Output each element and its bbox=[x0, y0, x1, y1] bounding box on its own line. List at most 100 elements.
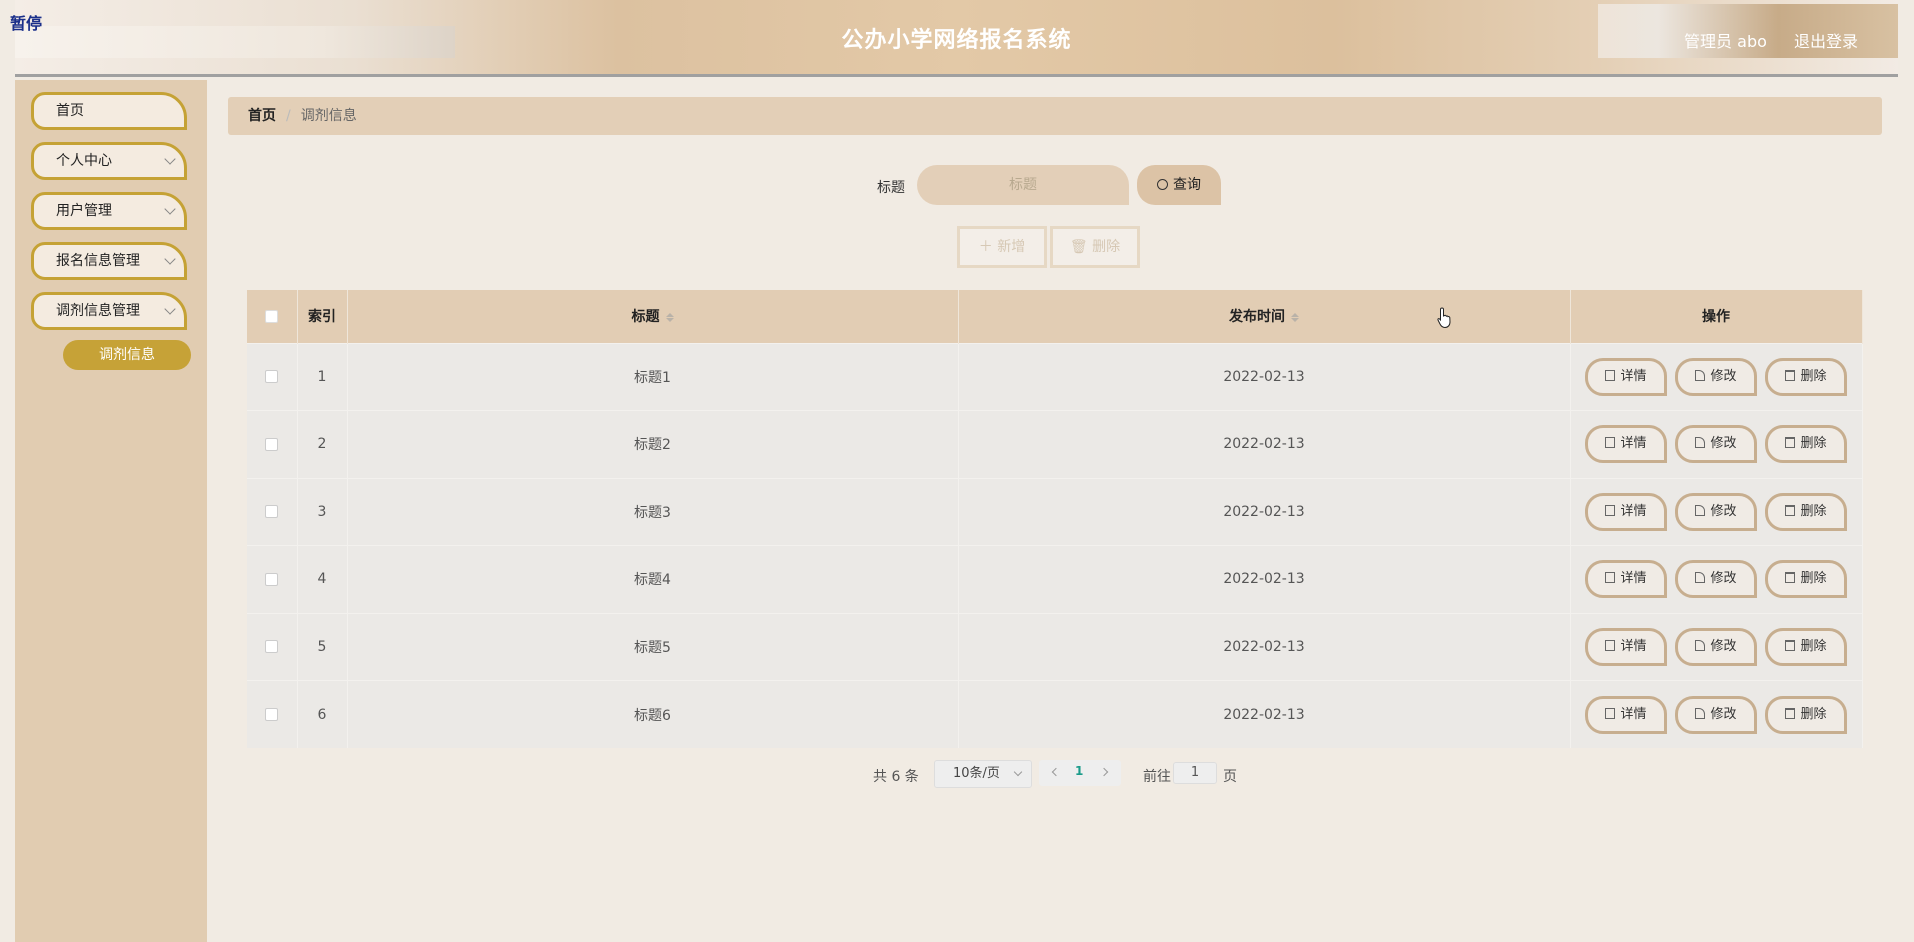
detail-button[interactable]: 详情 bbox=[1585, 695, 1667, 734]
delete-button[interactable]: 删除 bbox=[1765, 560, 1847, 599]
batch-delete-label: 删除 bbox=[1092, 239, 1121, 255]
admin-user-label: 管理员 abo bbox=[1684, 32, 1767, 51]
row-index: 1 bbox=[297, 342, 348, 411]
row-title: 标题2 bbox=[347, 410, 959, 478]
delete-label: 删除 bbox=[1800, 638, 1827, 654]
sidebar-item-label: 报名信息管理 bbox=[56, 253, 140, 269]
column-header-title[interactable]: 标题 bbox=[347, 290, 959, 343]
delete-button[interactable]: 删除 bbox=[1765, 357, 1847, 396]
delete-button[interactable]: 删除 bbox=[1765, 425, 1847, 464]
detail-label: 详情 bbox=[1620, 638, 1647, 654]
row-checkbox[interactable] bbox=[265, 572, 279, 586]
detail-button[interactable]: 详情 bbox=[1585, 560, 1667, 599]
detail-button[interactable]: 详情 bbox=[1585, 627, 1667, 666]
sort-icon[interactable] bbox=[665, 312, 674, 323]
chevron-down-icon bbox=[164, 303, 176, 315]
edit-button[interactable]: 修改 bbox=[1675, 492, 1757, 531]
document-icon bbox=[1605, 369, 1616, 381]
search-button-label: 查询 bbox=[1173, 177, 1201, 193]
select-all-cell bbox=[247, 290, 298, 343]
edit-label: 修改 bbox=[1710, 571, 1737, 587]
logout-link[interactable]: 退出登录 bbox=[1794, 32, 1858, 51]
page-size-select[interactable]: 10条/页 bbox=[934, 760, 1032, 788]
edit-button[interactable]: 修改 bbox=[1675, 357, 1757, 396]
row-index: 5 bbox=[297, 612, 348, 681]
row-checkbox[interactable] bbox=[265, 640, 279, 654]
trash-icon bbox=[1785, 639, 1796, 651]
detail-label: 详情 bbox=[1620, 571, 1647, 587]
sidebar-item-label: 个人中心 bbox=[56, 153, 112, 169]
trash-icon bbox=[1785, 572, 1796, 584]
plus-icon: ＋ bbox=[978, 239, 993, 255]
chevron-right-icon[interactable] bbox=[1099, 767, 1109, 777]
pencil-icon bbox=[1695, 707, 1706, 719]
sort-icon[interactable] bbox=[1291, 312, 1299, 323]
detail-label: 详情 bbox=[1620, 368, 1647, 384]
delete-button[interactable]: 删除 bbox=[1765, 627, 1847, 666]
document-icon bbox=[1605, 572, 1616, 584]
table-row: 2 标题2 2022-02-13 详情 修改 删除 bbox=[247, 410, 1863, 478]
add-button[interactable]: ＋ 新增 bbox=[957, 226, 1047, 268]
search-icon bbox=[1157, 179, 1168, 190]
sidebar-item-adjustment-management[interactable]: 调剂信息管理 bbox=[31, 292, 187, 330]
sidebar-subitem-adjustment-info[interactable]: 调剂信息 bbox=[63, 340, 191, 370]
goto-page-input[interactable]: 1 bbox=[1173, 762, 1217, 784]
row-title: 标题4 bbox=[347, 545, 959, 613]
column-header-publish-time[interactable]: 发布时间 bbox=[958, 290, 1571, 343]
row-checkbox[interactable] bbox=[265, 437, 279, 451]
row-ops: 详情 修改 删除 bbox=[1570, 680, 1863, 748]
search-input[interactable] bbox=[917, 165, 1129, 205]
row-select-cell bbox=[247, 342, 298, 411]
pencil-icon bbox=[1695, 437, 1706, 449]
delete-button[interactable]: 删除 bbox=[1765, 492, 1847, 531]
detail-button[interactable]: 详情 bbox=[1585, 357, 1667, 396]
row-checkbox[interactable] bbox=[265, 370, 279, 384]
row-index: 2 bbox=[297, 410, 348, 478]
trash-icon bbox=[1785, 707, 1796, 719]
sidebar-item-label: 首页 bbox=[56, 103, 84, 119]
trash-icon bbox=[1785, 369, 1796, 381]
search-button[interactable]: 查询 bbox=[1137, 165, 1221, 205]
table-row: 6 标题6 2022-02-13 详情 修改 删除 bbox=[247, 680, 1863, 748]
detail-label: 详情 bbox=[1620, 503, 1647, 519]
sidebar-item-home[interactable]: 首页 bbox=[31, 92, 187, 130]
sidebar-item-user-management[interactable]: 用户管理 bbox=[31, 192, 187, 230]
row-select-cell bbox=[247, 612, 298, 681]
row-checkbox[interactable] bbox=[265, 708, 279, 721]
column-header-index: 索引 bbox=[297, 290, 348, 343]
row-publish-time: 2022-02-13 bbox=[958, 477, 1571, 546]
delete-label: 删除 bbox=[1800, 503, 1827, 519]
select-all-checkbox[interactable] bbox=[265, 309, 279, 323]
batch-delete-button[interactable]: 🗑 删除 bbox=[1050, 226, 1140, 268]
row-checkbox[interactable] bbox=[265, 505, 279, 519]
system-title: 公办小学网络报名系统 bbox=[841, 28, 1072, 53]
sidebar-item-label: 用户管理 bbox=[56, 203, 112, 219]
sidebar-item-label: 调剂信息管理 bbox=[56, 303, 140, 319]
pencil-icon bbox=[1695, 504, 1706, 516]
delete-button[interactable]: 删除 bbox=[1765, 695, 1847, 734]
edit-button[interactable]: 修改 bbox=[1675, 425, 1757, 464]
row-select-cell bbox=[247, 410, 298, 478]
detail-button[interactable]: 详情 bbox=[1585, 492, 1667, 531]
chevron-down-icon bbox=[164, 253, 176, 265]
document-icon bbox=[1605, 504, 1616, 516]
trash-icon bbox=[1785, 437, 1796, 449]
edit-button[interactable]: 修改 bbox=[1675, 627, 1757, 666]
detail-button[interactable]: 详情 bbox=[1585, 425, 1667, 464]
row-select-cell bbox=[247, 477, 298, 546]
table-row: 1 标题1 2022-02-13 详情 修改 删除 bbox=[247, 342, 1863, 411]
table-row: 4 标题4 2022-02-13 详情 修改 删除 bbox=[247, 545, 1863, 613]
detail-label: 详情 bbox=[1620, 436, 1647, 452]
row-title: 标题1 bbox=[347, 342, 959, 411]
sidebar-item-registration-management[interactable]: 报名信息管理 bbox=[31, 242, 187, 280]
chevron-left-icon[interactable] bbox=[1051, 767, 1061, 777]
edit-button[interactable]: 修改 bbox=[1675, 560, 1757, 599]
breadcrumb-separator: / bbox=[286, 108, 291, 124]
pagination-total: 共 6 条 bbox=[873, 769, 919, 785]
edit-button[interactable]: 修改 bbox=[1675, 695, 1757, 734]
page-number-current[interactable]: 1 bbox=[1075, 764, 1083, 778]
breadcrumb-home[interactable]: 首页 bbox=[248, 108, 276, 124]
sidebar: 首页 个人中心 用户管理 报名信息管理 调剂信息管理 调剂信息 bbox=[15, 80, 207, 942]
top-header: 公办小学网络报名系统 管理员 abo 退出登录 bbox=[15, 0, 1898, 77]
sidebar-item-personal-center[interactable]: 个人中心 bbox=[31, 142, 187, 180]
